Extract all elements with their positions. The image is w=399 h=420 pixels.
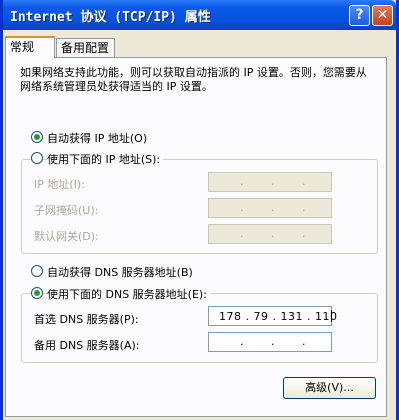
ip-address-field[interactable]: ... [208, 172, 332, 192]
preferred-dns-value: 178 . 79 . 131 . 110 [219, 310, 338, 323]
text-cursor [331, 310, 332, 322]
subnet-mask-field[interactable]: ... [208, 198, 332, 218]
radio-selected-dot [34, 134, 40, 140]
advanced-button[interactable]: 高级(V)... [283, 377, 376, 399]
preferred-dns-field[interactable]: 178 . 79 . 131 . 110 [208, 306, 337, 326]
default-gateway-label: 默认网关(D): [34, 230, 99, 243]
tab-alternate-config[interactable]: 备用配置 [56, 38, 115, 58]
manual-ip-label: 使用下面的 IP 地址(S): [47, 151, 164, 167]
ip-address-label: IP 地址(I): [34, 178, 85, 191]
close-icon[interactable]: ✕ [372, 5, 393, 26]
preferred-dns-label: 首选 DNS 服务器(P): [34, 313, 139, 326]
subnet-mask-label: 子网掩码(U): [34, 204, 99, 217]
manual-dns-label: 使用下面的 DNS 服务器地址(E): [47, 286, 210, 302]
auto-ip-label: 自动获得 IP 地址(O) [47, 132, 148, 145]
radio-manual-ip[interactable] [31, 152, 43, 164]
radio-selected-dot [34, 290, 40, 296]
radio-manual-dns[interactable] [31, 287, 43, 299]
title-bar[interactable]: Internet 协议 (TCP/IP) 属性 ? ✕ [3, 0, 396, 30]
alternate-dns-label: 备用 DNS 服务器(A): [34, 339, 140, 352]
tab-general[interactable]: 常规 [5, 36, 55, 58]
auto-dns-label: 自动获得 DNS 服务器地址(B) [47, 266, 193, 279]
description-text: 如果网络支持此功能，则可以获取自动指派的 IP 设置。否则，您需要从网络系统管理… [20, 66, 367, 93]
default-gateway-field[interactable]: ... [208, 224, 332, 244]
radio-auto-ip[interactable] [31, 131, 43, 143]
help-icon[interactable]: ? [349, 5, 370, 26]
radio-auto-dns[interactable] [31, 265, 43, 277]
window-title: Internet 协议 (TCP/IP) 属性 [10, 10, 211, 25]
alternate-dns-field[interactable]: ... [208, 332, 332, 352]
